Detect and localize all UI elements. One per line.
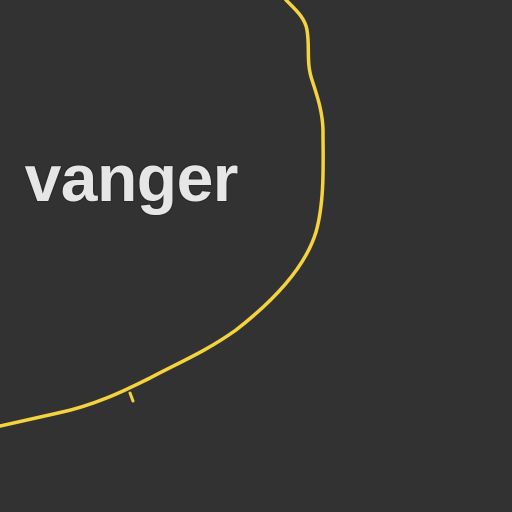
place-name-label[interactable]: vanger bbox=[25, 142, 239, 214]
map-layer bbox=[0, 0, 325, 428]
boundary-tick-mark bbox=[128, 391, 135, 403]
map-canvas[interactable]: vanger bbox=[0, 0, 512, 512]
